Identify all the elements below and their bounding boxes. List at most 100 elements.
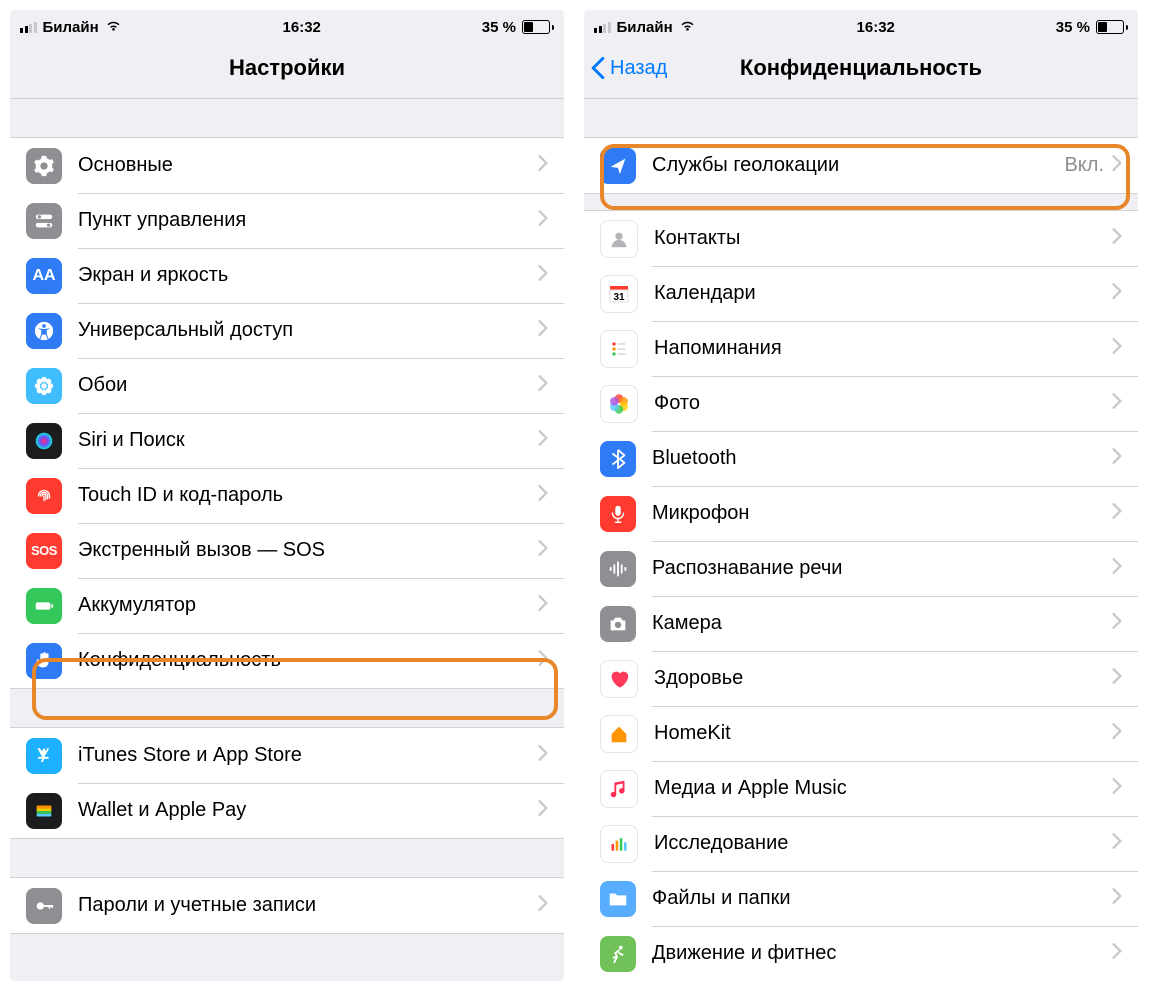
accessibility-icon [26,313,62,349]
hand-icon [26,643,62,679]
settings-group-1: Основные Пункт управления AAЭкран и ярко… [10,137,564,689]
location-arrow-icon [600,148,636,184]
chevron-icon [1112,778,1122,799]
row-label: Фото [654,392,1112,415]
wifi-icon [105,17,122,38]
row-homekit[interactable]: HomeKit [584,706,1138,761]
chevron-icon [538,430,548,451]
row-photos[interactable]: Фото [584,376,1138,431]
row-health[interactable]: Здоровье [584,651,1138,706]
row-label: Файлы и папки [652,887,1112,910]
appstore-icon [26,738,62,774]
row-label: Пункт управления [78,209,538,232]
status-bar: Билайн 16:32 35 % [584,10,1138,38]
chevron-icon [538,650,548,671]
signal-icon [594,22,611,33]
row-label: Пароли и учетные записи [78,894,538,917]
row-label: iTunes Store и App Store [78,744,538,767]
row-contacts[interactable]: Контакты [584,211,1138,266]
row-sos[interactable]: SOSЭкстренный вызов — SOS [10,523,564,578]
settings-screen: Билайн 16:32 35 % Настройки Основные Пун… [10,10,564,981]
row-appstore[interactable]: iTunes Store и App Store [10,728,564,783]
chevron-icon [538,540,548,561]
row-wallpaper[interactable]: Обои [10,358,564,413]
row-siri[interactable]: Siri и Поиск [10,413,564,468]
row-label: HomeKit [654,722,1112,745]
siri-icon [26,423,62,459]
row-battery[interactable]: Аккумулятор [10,578,564,633]
row-reminders[interactable]: Напоминания [584,321,1138,376]
chevron-icon [1112,228,1122,249]
home-icon [600,715,638,753]
page-title: Конфиденциальность [740,55,982,81]
signal-icon [20,22,37,33]
row-privacy[interactable]: Конфиденциальность [10,633,564,688]
row-speech[interactable]: Распознавание речи [584,541,1138,596]
row-display[interactable]: AAЭкран и яркость [10,248,564,303]
contacts-icon [600,220,638,258]
row-label: Микрофон [652,502,1112,525]
chevron-icon [1112,155,1122,176]
back-label: Назад [610,57,667,80]
privacy-screen: Билайн 16:32 35 % Назад Конфиденциальнос… [584,10,1138,981]
microphone-icon [600,496,636,532]
battery-full-icon [26,588,62,624]
row-label: Календари [654,282,1112,305]
bluetooth-icon [600,441,636,477]
row-label: Wallet и Apple Pay [78,799,538,822]
row-label: Камера [652,612,1112,635]
chevron-icon [1112,888,1122,909]
row-general[interactable]: Основные [10,138,564,193]
row-label: Напоминания [654,337,1112,360]
row-label: Службы геолокации [652,154,1064,177]
carrier-label: Билайн [617,19,673,36]
row-wallet[interactable]: Wallet и Apple Pay [10,783,564,838]
chevron-icon [1112,448,1122,469]
row-media[interactable]: Медиа и Apple Music [584,761,1138,816]
chevron-icon [1112,393,1122,414]
gear-icon [26,148,62,184]
row-calendars[interactable]: 31 Календари [584,266,1138,321]
nav-bar: Настройки [10,38,564,99]
row-location[interactable]: Службы геолокацииВкл. [584,138,1138,193]
chevron-icon [1112,558,1122,579]
row-label: Bluetooth [652,447,1112,470]
chevron-icon [538,210,548,231]
key-icon [26,888,62,924]
row-label: Здоровье [654,667,1112,690]
music-note-icon [600,770,638,808]
chevron-icon [1112,943,1122,964]
row-touchid[interactable]: Touch ID и код-пароль [10,468,564,523]
wallet-icon [26,793,62,829]
calendar-icon: 31 [600,275,638,313]
chevron-icon [538,320,548,341]
battery-pct: 35 % [1056,19,1090,36]
svg-text:31: 31 [613,292,625,303]
wifi-icon [679,17,696,38]
chevron-icon [1112,833,1122,854]
chevron-icon [1112,503,1122,524]
row-motion[interactable]: Движение и фитнес [584,926,1138,981]
chevron-icon [1112,613,1122,634]
row-microphone[interactable]: Микрофон [584,486,1138,541]
battery-pct: 35 % [482,19,516,36]
row-value: Вкл. [1064,154,1104,177]
fingerprint-icon [26,478,62,514]
row-control-center[interactable]: Пункт управления [10,193,564,248]
clock: 16:32 [857,19,895,36]
status-bar: Билайн 16:32 35 % [10,10,564,38]
back-button[interactable]: Назад [590,56,667,80]
toggles-icon [26,203,62,239]
row-research[interactable]: Исследование [584,816,1138,871]
row-bluetooth[interactable]: Bluetooth [584,431,1138,486]
row-files[interactable]: Файлы и папки [584,871,1138,926]
chevron-icon [1112,723,1122,744]
row-label: Основные [78,154,538,177]
clock: 16:32 [283,19,321,36]
privacy-group-2: Контакты 31 Календари Напоминания Фото Bl… [584,210,1138,981]
flower-icon [26,368,62,404]
row-passwords[interactable]: Пароли и учетные записи [10,878,564,933]
row-accessibility[interactable]: Универсальный доступ [10,303,564,358]
row-camera[interactable]: Камера [584,596,1138,651]
row-label: Контакты [654,227,1112,250]
